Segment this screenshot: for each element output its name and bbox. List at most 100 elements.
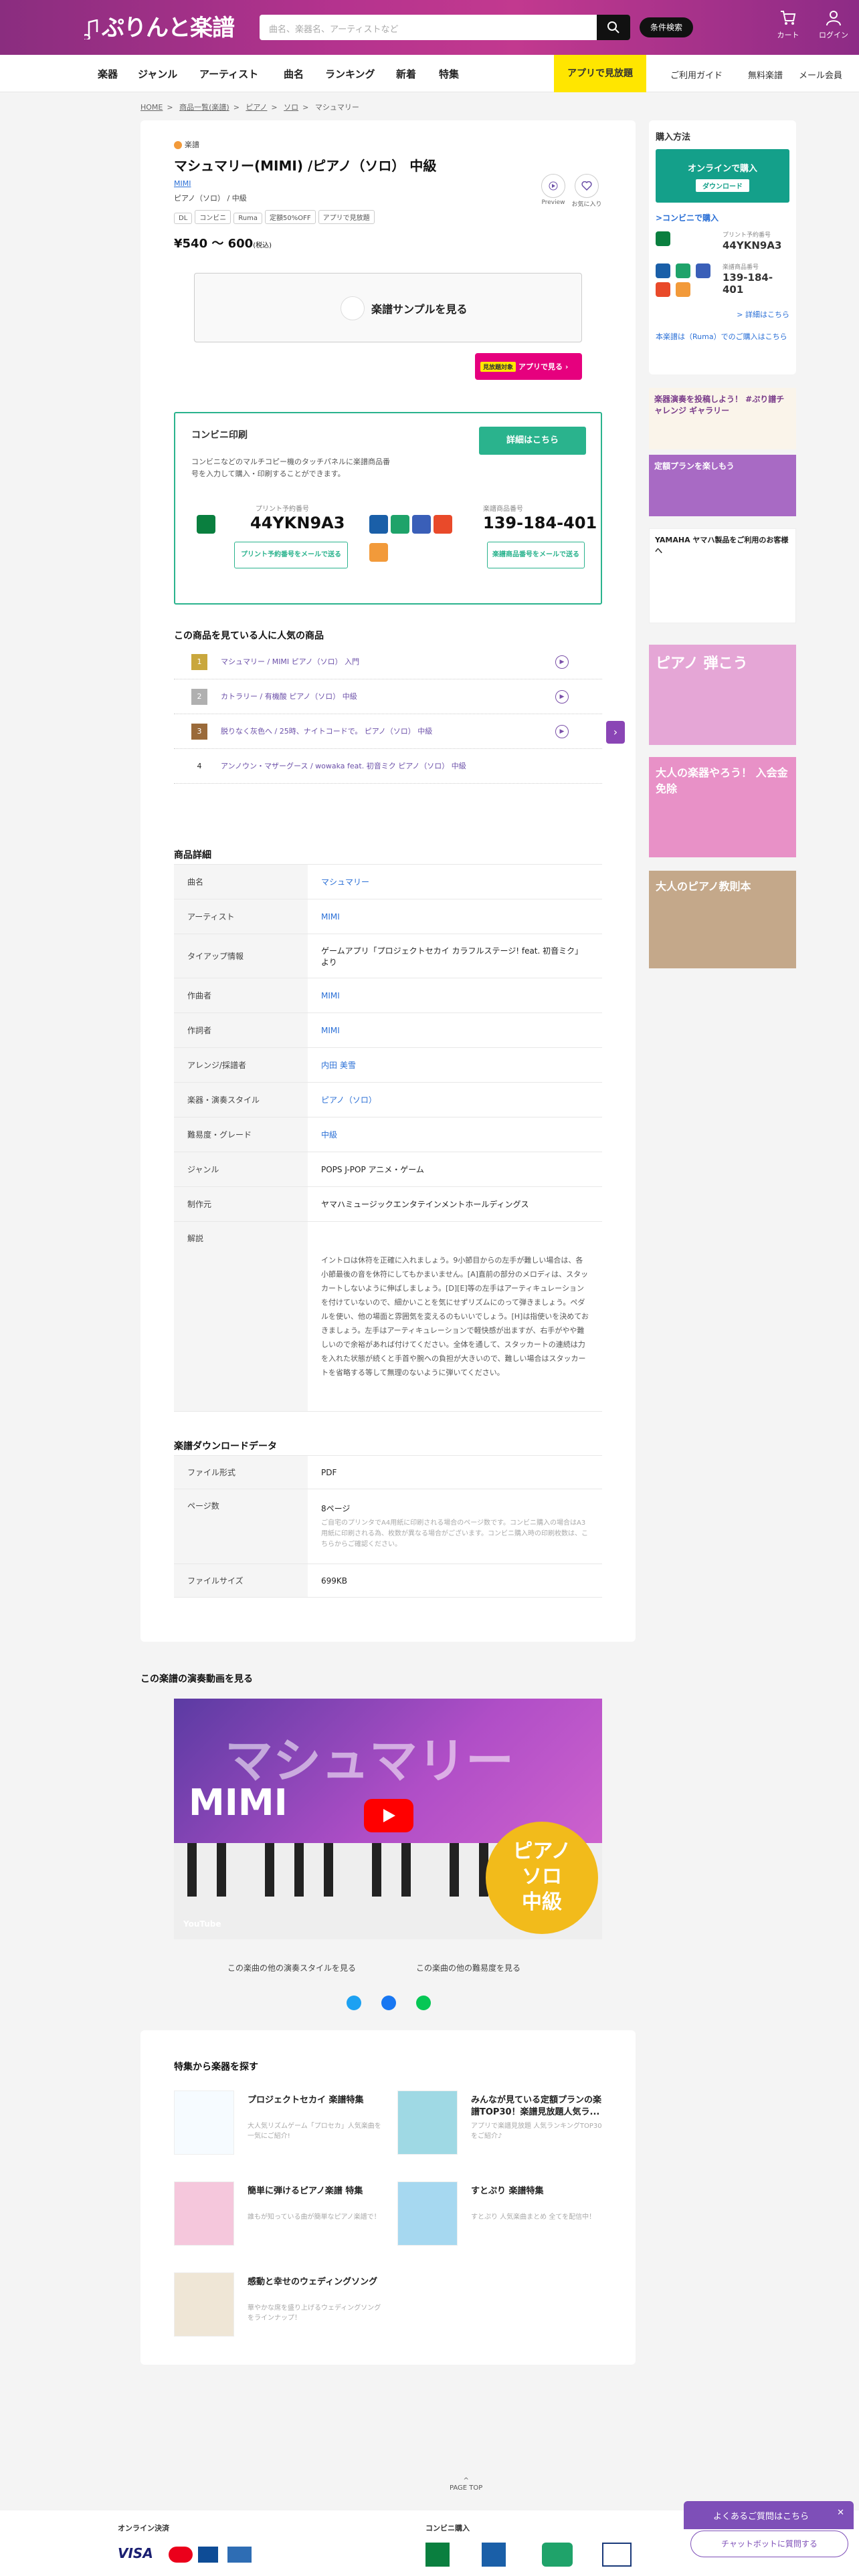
sidebar-detail-link[interactable]: > 詳細はこちら: [656, 309, 789, 320]
product-category: 楽譜: [174, 139, 199, 150]
line-icon[interactable]: [416, 1996, 431, 2010]
ministop-logo: [412, 515, 431, 534]
product-title: マシュマリー(MIMI) /ピアノ（ソロ） 中級: [174, 158, 437, 174]
feature-item[interactable]: 簡単に弾けるピアノ楽譜 特集 誰もが知っている曲が簡単なピアノ楽譜で！: [174, 2181, 381, 2248]
banner-plan[interactable]: 定額プランを楽しもう: [649, 455, 796, 516]
chatbot-button[interactable]: チャットボットに質問する: [690, 2531, 848, 2557]
favorite-button[interactable]: お気に入り: [571, 174, 602, 208]
cart-icon: [781, 11, 796, 25]
feature-item[interactable]: プロジェクトセカイ 楽譜特集 大人気リズムゲーム「プロセカ」人気楽曲を一気にご紹介…: [174, 2090, 381, 2157]
mail-print-code-button[interactable]: プリント予約番号をメールで送る: [234, 542, 348, 568]
banner-textbook[interactable]: 大人のピアノ教則本: [649, 871, 796, 968]
banner-yamaha[interactable]: YAMAHA ヤマハ製品をご利用のお客様へ: [649, 528, 796, 623]
convenience-print-box: コンビニ印刷 コンビニなどのマルチコピー機のタッチパネルに楽譜商品番号を入力して…: [174, 412, 602, 605]
faq-button[interactable]: よくあるご質問はこちら ✕: [684, 2501, 854, 2529]
feature-thumbnail: [174, 2181, 234, 2246]
product-main: 楽譜 マシュマリー(MIMI) /ピアノ（ソロ） 中級 MIMI ピアノ（ソロ）…: [140, 120, 636, 1642]
search-input[interactable]: 曲名、楽器名、アーティストなど: [269, 22, 398, 35]
table-row: ジャンル POPS J-POP アニメ・ゲーム: [174, 1152, 602, 1187]
play-icon[interactable]: ▶: [555, 655, 569, 669]
banner-piano[interactable]: ピアノ 弾こう: [649, 645, 796, 745]
carousel-next-button[interactable]: ›: [606, 721, 625, 744]
nav-mail-member[interactable]: メール会員: [799, 68, 842, 81]
video-player[interactable]: マシュマリー MIMI ピアノ ソロ 中級 YouTube: [174, 1699, 602, 1939]
amex-logo: [227, 2547, 252, 2563]
seven-eleven-logo: [425, 2543, 450, 2567]
details-heading: 商品詳細: [174, 850, 211, 861]
seicomart-logo: [369, 543, 388, 562]
nav-app-unlimited[interactable]: アプリで見放題: [554, 55, 646, 92]
ruma-link[interactable]: 本楽譜は（Ruma）でのご購入はこちら: [656, 332, 789, 342]
score-icon: [174, 141, 182, 149]
nav-genre[interactable]: ジャンル: [138, 67, 177, 81]
download-table: ファイル形式 PDF ページ数 8ページ ご自宅のプリンタでA4用紙に印刷される場合の…: [174, 1455, 602, 1598]
header: ぷりんと楽譜 曲名、楽器名、アーティストなど 条件検索 カート ログイン: [0, 0, 859, 55]
feature-item[interactable]: みんなが見ている定額プランの楽譜TOP30！楽譜見放題人気ラ... アプリで楽譜見…: [397, 2090, 605, 2157]
table-row: 曲名 マシュマリー: [174, 864, 602, 899]
table-row: アーティスト MIMI: [174, 899, 602, 934]
feature-item[interactable]: 感動と幸せのウェディングソング 華やかな席を盛り上げるウェディングソングをラインナ…: [174, 2272, 381, 2339]
search-button[interactable]: [597, 15, 630, 40]
facebook-icon[interactable]: [381, 1996, 396, 2010]
nav-artist[interactable]: アーティスト: [199, 67, 258, 81]
tag: 定額50%OFF: [265, 210, 316, 224]
breadcrumb-home[interactable]: HOME: [140, 103, 163, 112]
daily-yamazaki-logo: [656, 282, 670, 297]
cart-button[interactable]: カート: [768, 9, 808, 40]
banner-challenge[interactable]: 楽器演奏を投稿しよう！ #ぷり譜チャレンジ ギャラリー: [649, 388, 796, 449]
close-icon[interactable]: ✕: [837, 2508, 844, 2518]
list-item[interactable]: 1 マシュマリー / MIMI ピアノ（ソロ） 入門 ▶: [174, 645, 602, 679]
table-row: アレンジ/採譜者 内田 美雪: [174, 1047, 602, 1083]
search-box[interactable]: 曲名、楽器名、アーティストなど: [260, 15, 630, 40]
twitter-icon[interactable]: [347, 1996, 361, 2010]
table-row: タイアップ情報 ゲームアプリ「プロジェクトセカイ カラフルステージ! feat. …: [174, 934, 602, 978]
site-logo[interactable]: ぷりんと楽譜: [84, 9, 235, 42]
condition-search-button[interactable]: 条件検索: [640, 17, 693, 37]
nav-new[interactable]: 新着: [396, 67, 416, 81]
nav-instruments[interactable]: 楽器: [98, 67, 118, 81]
convenience-link[interactable]: >コンビニで購入: [656, 212, 789, 223]
ministop-logo: [696, 263, 710, 278]
artist-link[interactable]: MIMI: [174, 179, 191, 188]
other-styles-link[interactable]: この楽曲の他の演奏スタイルを見る: [227, 1962, 356, 1973]
breadcrumb-current: マシュマリー: [314, 103, 359, 112]
youtube-play-button[interactable]: [364, 1799, 413, 1832]
online-purchase-button[interactable]: オンラインで購入 ダウンロード: [656, 149, 789, 203]
nav-free-scores[interactable]: 無料楽譜: [748, 68, 783, 81]
breadcrumb-solo[interactable]: ソロ: [284, 103, 298, 112]
mail-product-code-button[interactable]: 楽譜商品番号をメールで送る: [487, 542, 585, 568]
breadcrumb-list[interactable]: 商品一覧(楽譜): [179, 103, 229, 112]
features-box: 特集から楽器を探す プロジェクトセカイ 楽譜特集 大人気リズムゲーム「プロセカ」人…: [140, 2030, 636, 2365]
list-item[interactable]: 3 脱りなく灰色へ / 25時、ナイトコードで。 ピアノ（ソロ） 中級 ▶: [174, 714, 602, 749]
product-price: ¥540 〜 600(税込): [174, 237, 272, 251]
product-code-label: 楽譜商品番号: [483, 506, 523, 513]
sidebar-product-code: 139-184-401: [723, 272, 773, 296]
play-icon[interactable]: ▶: [555, 725, 569, 738]
nav-title[interactable]: 曲名: [284, 67, 304, 81]
preview-button[interactable]: Preview: [538, 174, 569, 206]
banner-lesson[interactable]: 大人の楽器やろう！ 入会金免除: [649, 757, 796, 857]
table-row: 楽器・演奏スタイル ピアノ（ソロ）: [174, 1082, 602, 1117]
nav-ranking[interactable]: ランキング: [325, 67, 375, 81]
tag: アプリで見放題: [318, 210, 375, 224]
breadcrumb-piano[interactable]: ピアノ: [246, 103, 267, 112]
play-icon[interactable]: ▶: [555, 690, 569, 704]
nav-guide[interactable]: ご利用ガイド: [670, 68, 723, 81]
other-levels-link[interactable]: この楽曲の他の難易度を見る: [416, 1962, 520, 1973]
product-tags: DL コンビニ Ruma 定額50%OFF アプリで見放題: [174, 210, 377, 224]
list-item[interactable]: 2 カトラリー / 有機酸 ピアノ（ソロ） 中級 ▶: [174, 679, 602, 714]
feature-item[interactable]: すとぷり 楽譜特集 すとぷり 人気楽曲まとめ 全てを配信中！: [397, 2181, 605, 2248]
footer-online-heading: オンライン決済: [118, 2524, 169, 2533]
sample-button[interactable]: 楽譜サンプルを見る: [194, 273, 582, 342]
print-code: 44YKN9A3: [250, 514, 345, 532]
login-button[interactable]: ログイン: [814, 9, 854, 40]
jcb-logo: [198, 2547, 218, 2563]
user-icon: [826, 11, 841, 26]
youtube-logo: YouTube: [183, 1919, 221, 1929]
page-top-button[interactable]: ^ PAGE TOP: [450, 2477, 482, 2492]
list-item[interactable]: 4 アンノウン・マザーグース / wowaka feat. 初音ミク ピアノ（ソロ…: [174, 749, 602, 784]
app-view-button[interactable]: 見放題対象 アプリで見る ›: [475, 353, 582, 380]
features-heading: 特集から楽器を探す: [174, 2062, 258, 2072]
convenience-detail-button[interactable]: 詳細はこちら: [479, 427, 586, 455]
nav-special[interactable]: 特集: [439, 67, 459, 81]
